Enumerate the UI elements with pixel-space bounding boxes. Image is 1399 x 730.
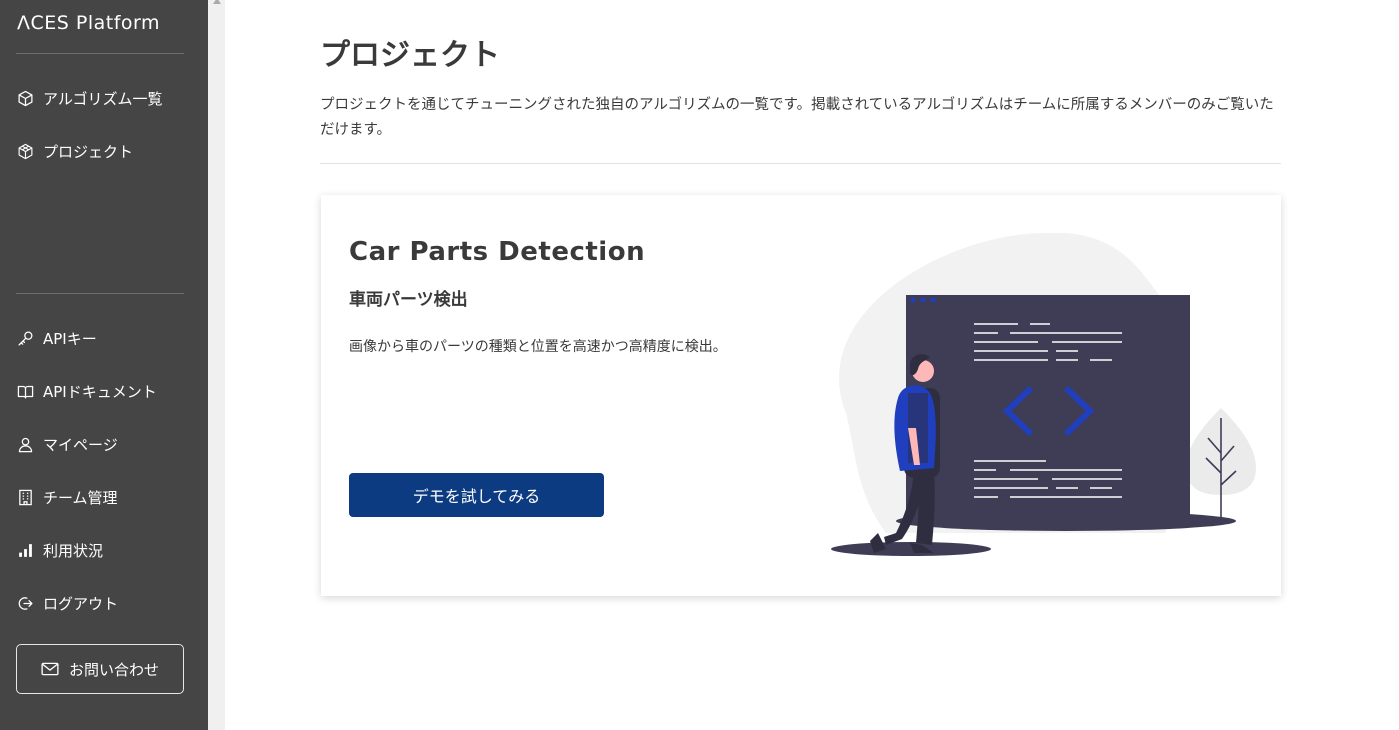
sidebar-item-api-key[interactable]: APIキー: [16, 323, 196, 353]
sidebar-item-label: APIドキュメント: [43, 382, 157, 401]
building-icon: [16, 488, 34, 506]
contact-button-label: お問い合わせ: [68, 660, 159, 679]
project-description: 画像から車のパーツの種類と位置を高速かつ高精度に検出。: [349, 339, 727, 355]
book-icon: [16, 382, 34, 400]
sidebar-item-usage[interactable]: 利用状況: [16, 535, 196, 565]
main-content: プロジェクト プロジェクトを通じてチューニングされた独自のアルゴリズムの一覧です…: [225, 0, 1399, 730]
sidebar: ΛCES Platform アルゴリズム一覧 プロジェクト APIキー APIド…: [0, 0, 208, 730]
mail-icon: [41, 662, 59, 676]
try-demo-button[interactable]: デモを試してみる: [349, 473, 604, 517]
developer-code-illustration: [831, 233, 1256, 556]
sidebar-item-api-docs[interactable]: APIドキュメント: [16, 376, 196, 406]
content-divider: [320, 163, 1281, 164]
project-card: Car Parts Detection 車両パーツ検出 画像から車のパーツの種類…: [321, 195, 1281, 596]
user-icon: [16, 435, 34, 453]
scroll-up-arrow-icon[interactable]: [213, 0, 221, 4]
app-logo[interactable]: ΛCES Platform: [17, 12, 160, 34]
page-title: プロジェクト: [320, 38, 500, 73]
sidebar-item-team[interactable]: チーム管理: [16, 482, 196, 512]
project-subtitle: 車両パーツ検出: [349, 290, 468, 310]
contact-button[interactable]: お問い合わせ: [16, 644, 184, 694]
key-icon: [16, 329, 34, 347]
sidebar-item-my-page[interactable]: マイページ: [16, 429, 196, 459]
sidebar-item-algorithms[interactable]: アルゴリズム一覧: [16, 83, 196, 113]
sidebar-item-projects[interactable]: プロジェクト: [16, 136, 196, 166]
page-description: プロジェクトを通じてチューニングされた独自のアルゴリズムの一覧です。掲載されてい…: [320, 97, 1274, 138]
sidebar-item-label: プロジェクト: [43, 142, 134, 161]
sidebar-item-label: マイページ: [43, 435, 118, 454]
sidebar-item-label: ログアウト: [43, 594, 119, 613]
logout-icon: [16, 594, 34, 612]
bar-chart-icon: [16, 541, 34, 559]
sidebar-item-logout[interactable]: ログアウト: [16, 588, 196, 618]
sidebar-item-label: APIキー: [43, 329, 97, 348]
sidebar-item-label: アルゴリズム一覧: [43, 89, 163, 108]
scrollbar-track[interactable]: [208, 0, 225, 730]
sidebar-item-label: チーム管理: [43, 488, 118, 507]
cubes-icon: [16, 142, 34, 160]
sidebar-divider: [16, 53, 184, 54]
cube-icon: [16, 89, 34, 107]
project-title: Car Parts Detection: [349, 237, 646, 267]
sidebar-divider: [16, 293, 184, 294]
sidebar-item-label: 利用状況: [43, 541, 104, 560]
